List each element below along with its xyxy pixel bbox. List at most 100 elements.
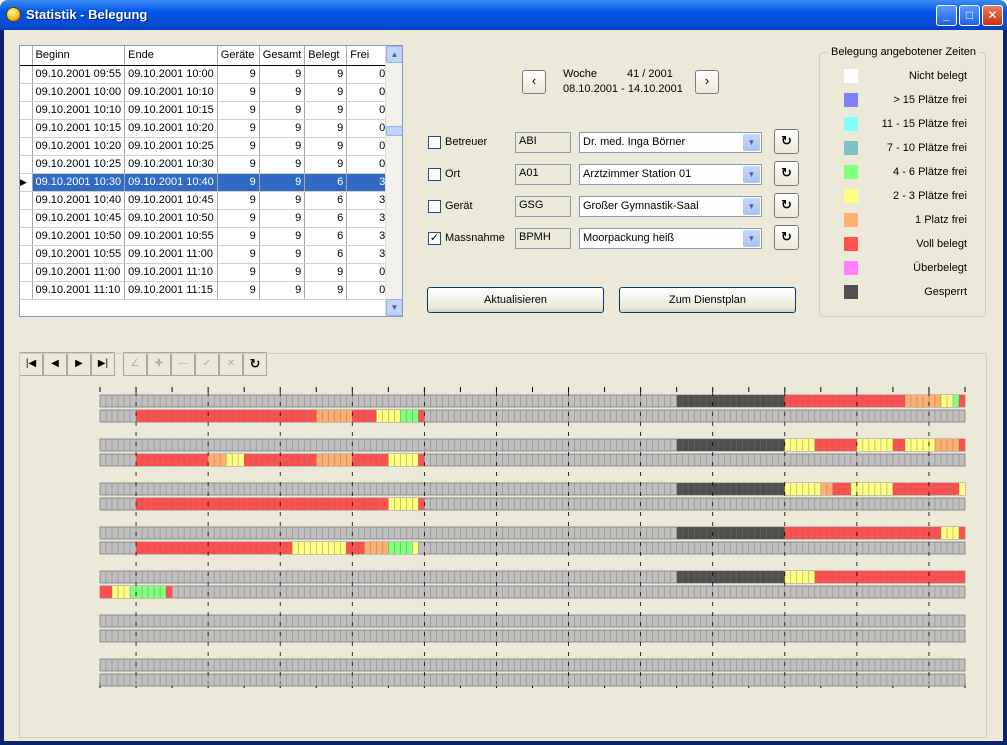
occupancy-segment bbox=[208, 454, 227, 466]
table-cell: 09.10.2001 10:30 bbox=[32, 173, 126, 192]
table-row[interactable]: 09.10.2001 11:10 09.10.2001 11:15 9 9 9 0 bbox=[20, 281, 390, 300]
filter-label-massnahme: Massnahme bbox=[445, 232, 505, 244]
table-cell: 9 bbox=[259, 209, 306, 228]
table-cell: 9 bbox=[259, 83, 306, 102]
table-cell: 3 bbox=[346, 209, 390, 228]
table-cell: 09.10.2001 10:20 bbox=[32, 137, 126, 156]
table-cell: 3 bbox=[346, 191, 390, 210]
chevron-left-icon: ‹ bbox=[531, 73, 537, 88]
table-row[interactable]: 09.10.2001 10:20 09.10.2001 10:25 9 9 9 0 bbox=[20, 137, 390, 156]
roster-button[interactable]: Zum Dienstplan bbox=[619, 287, 796, 313]
occupancy-chart bbox=[19, 353, 987, 738]
title-bar[interactable]: Statistik - Belegung _ □ ✕ bbox=[0, 0, 1007, 30]
table-cell: 09.10.2001 10:55 bbox=[32, 245, 126, 264]
filter-refresh-button[interactable]: ↻ bbox=[774, 129, 799, 154]
filter-checkbox-betreuer[interactable] bbox=[428, 136, 441, 149]
column-header-frei[interactable]: Frei bbox=[346, 46, 390, 66]
table-row[interactable]: 09.10.2001 11:00 09.10.2001 11:10 9 9 9 0 bbox=[20, 263, 390, 282]
slot-table[interactable]: Beginn Ende Geräte Gesamt Belegt Frei 09… bbox=[19, 45, 403, 317]
table-row[interactable]: 09.10.2001 09:55 09.10.2001 10:00 9 9 9 0 bbox=[20, 65, 390, 84]
filter-code-gerät[interactable]: GSG bbox=[515, 196, 571, 217]
filter-select-value: Dr. med. Inga Börner bbox=[583, 136, 686, 148]
table-cell: 9 bbox=[217, 83, 260, 102]
column-header-beginn[interactable]: Beginn bbox=[32, 46, 126, 66]
minimize-button[interactable]: _ bbox=[936, 5, 957, 26]
table-row[interactable]: 09.10.2001 10:45 09.10.2001 10:50 9 9 6 3 bbox=[20, 209, 390, 228]
column-header-ende[interactable]: Ende bbox=[124, 46, 218, 66]
table-row[interactable]: 09.10.2001 10:15 09.10.2001 10:20 9 9 9 0 bbox=[20, 119, 390, 138]
filter-select-betreuer[interactable]: Dr. med. Inga Börner ▼ bbox=[579, 132, 762, 153]
column-header-geraete[interactable]: Geräte bbox=[217, 46, 260, 66]
column-header-belegt[interactable]: Belegt bbox=[304, 46, 348, 66]
table-cell: 9 bbox=[259, 119, 306, 138]
occupancy-segment bbox=[418, 498, 425, 510]
chevron-down-icon[interactable]: ▼ bbox=[743, 166, 760, 183]
table-cell: 9 bbox=[217, 209, 260, 228]
table-cell: 09.10.2001 09:55 bbox=[32, 65, 126, 84]
table-row[interactable]: 09.10.2001 10:25 09.10.2001 10:30 9 9 9 0 bbox=[20, 155, 390, 174]
table-cell: 9 bbox=[217, 119, 260, 138]
table-cell: 9 bbox=[304, 155, 348, 174]
occupancy-segment bbox=[388, 454, 419, 466]
filter-select-value: Moorpackung heiß bbox=[583, 232, 675, 244]
legend-swatch bbox=[844, 213, 858, 227]
table-cell: 9 bbox=[259, 173, 306, 192]
table-cell: 3 bbox=[346, 245, 390, 264]
scroll-up-button[interactable]: ▲ bbox=[386, 46, 402, 63]
filter-label-betreuer: Betreuer bbox=[445, 136, 488, 148]
column-header-gesamt[interactable]: Gesamt bbox=[259, 46, 306, 66]
table-cell: 6 bbox=[304, 209, 348, 228]
occupancy-segment bbox=[292, 542, 347, 554]
legend-box: Belegung angebotener Zeiten Nicht belegt… bbox=[819, 46, 986, 317]
table-cell: 0 bbox=[346, 263, 390, 282]
occupancy-segment bbox=[346, 542, 365, 554]
chevron-down-icon[interactable]: ▼ bbox=[743, 134, 760, 151]
scroll-down-button[interactable]: ▼ bbox=[386, 299, 402, 316]
table-row[interactable]: 09.10.2001 10:10 09.10.2001 10:15 9 9 9 0 bbox=[20, 101, 390, 120]
close-button[interactable]: ✕ bbox=[982, 5, 1003, 26]
filter-select-massnahme[interactable]: Moorpackung heiß ▼ bbox=[579, 228, 762, 249]
filter-code-betreuer[interactable]: ABI bbox=[515, 132, 571, 153]
filter-checkbox-ort[interactable] bbox=[428, 168, 441, 181]
filter-code-ort[interactable]: A01 bbox=[515, 164, 571, 185]
table-cell: 09.10.2001 11:00 bbox=[124, 245, 218, 264]
legend-swatch bbox=[844, 189, 858, 203]
filter-select-ort[interactable]: Arztzimmer Station 01 ▼ bbox=[579, 164, 762, 185]
previous-week-button[interactable]: ‹ bbox=[522, 70, 546, 94]
table-cell: 9 bbox=[217, 245, 260, 264]
table-row[interactable]: ▶ 09.10.2001 10:30 09.10.2001 10:40 9 9 6 3 bbox=[20, 173, 390, 192]
occupancy-timeline bbox=[99, 387, 966, 688]
table-cell: 9 bbox=[259, 281, 306, 300]
filter-code-massnahme[interactable]: BPMH bbox=[515, 228, 571, 249]
next-week-button[interactable]: › bbox=[695, 70, 719, 94]
table-cell: 0 bbox=[346, 65, 390, 84]
filter-select-gerät[interactable]: Großer Gymnastik-Saal ▼ bbox=[579, 196, 762, 217]
table-row[interactable]: 09.10.2001 10:55 09.10.2001 11:00 9 9 6 3 bbox=[20, 245, 390, 264]
row-indicator-header bbox=[20, 46, 33, 66]
legend-swatch bbox=[844, 69, 858, 83]
occupancy-segment bbox=[814, 439, 857, 451]
table-row[interactable]: 09.10.2001 10:40 09.10.2001 10:45 9 9 6 3 bbox=[20, 191, 390, 210]
legend-label: Überbelegt bbox=[913, 262, 967, 274]
filter-refresh-button[interactable]: ↻ bbox=[774, 161, 799, 186]
table-cell: 09.10.2001 10:50 bbox=[32, 227, 126, 246]
scroll-thumb[interactable] bbox=[386, 126, 402, 136]
table-cell: 09.10.2001 11:00 bbox=[32, 263, 126, 282]
table-row[interactable]: 09.10.2001 10:50 09.10.2001 10:55 9 9 6 3 bbox=[20, 227, 390, 246]
maximize-button[interactable]: □ bbox=[959, 5, 980, 26]
occupancy-segment bbox=[226, 454, 245, 466]
table-vertical-scrollbar[interactable]: ▲ ▼ bbox=[385, 46, 402, 316]
occupancy-segment bbox=[814, 571, 965, 583]
filter-refresh-button[interactable]: ↻ bbox=[774, 193, 799, 218]
table-cell: 6 bbox=[304, 191, 348, 210]
filter-checkbox-gerät[interactable] bbox=[428, 200, 441, 213]
filter-checkbox-massnahme[interactable]: ✓ bbox=[428, 232, 441, 245]
filter-refresh-button[interactable]: ↻ bbox=[774, 225, 799, 250]
update-button[interactable]: Aktualisieren bbox=[427, 287, 604, 313]
table-cell: 09.10.2001 10:25 bbox=[32, 155, 126, 174]
chevron-down-icon[interactable]: ▼ bbox=[743, 198, 760, 215]
table-cell: 09.10.2001 10:30 bbox=[124, 155, 218, 174]
table-row[interactable]: 09.10.2001 10:00 09.10.2001 10:10 9 9 9 0 bbox=[20, 83, 390, 102]
row-indicator bbox=[20, 263, 33, 282]
chevron-down-icon[interactable]: ▼ bbox=[743, 230, 760, 247]
